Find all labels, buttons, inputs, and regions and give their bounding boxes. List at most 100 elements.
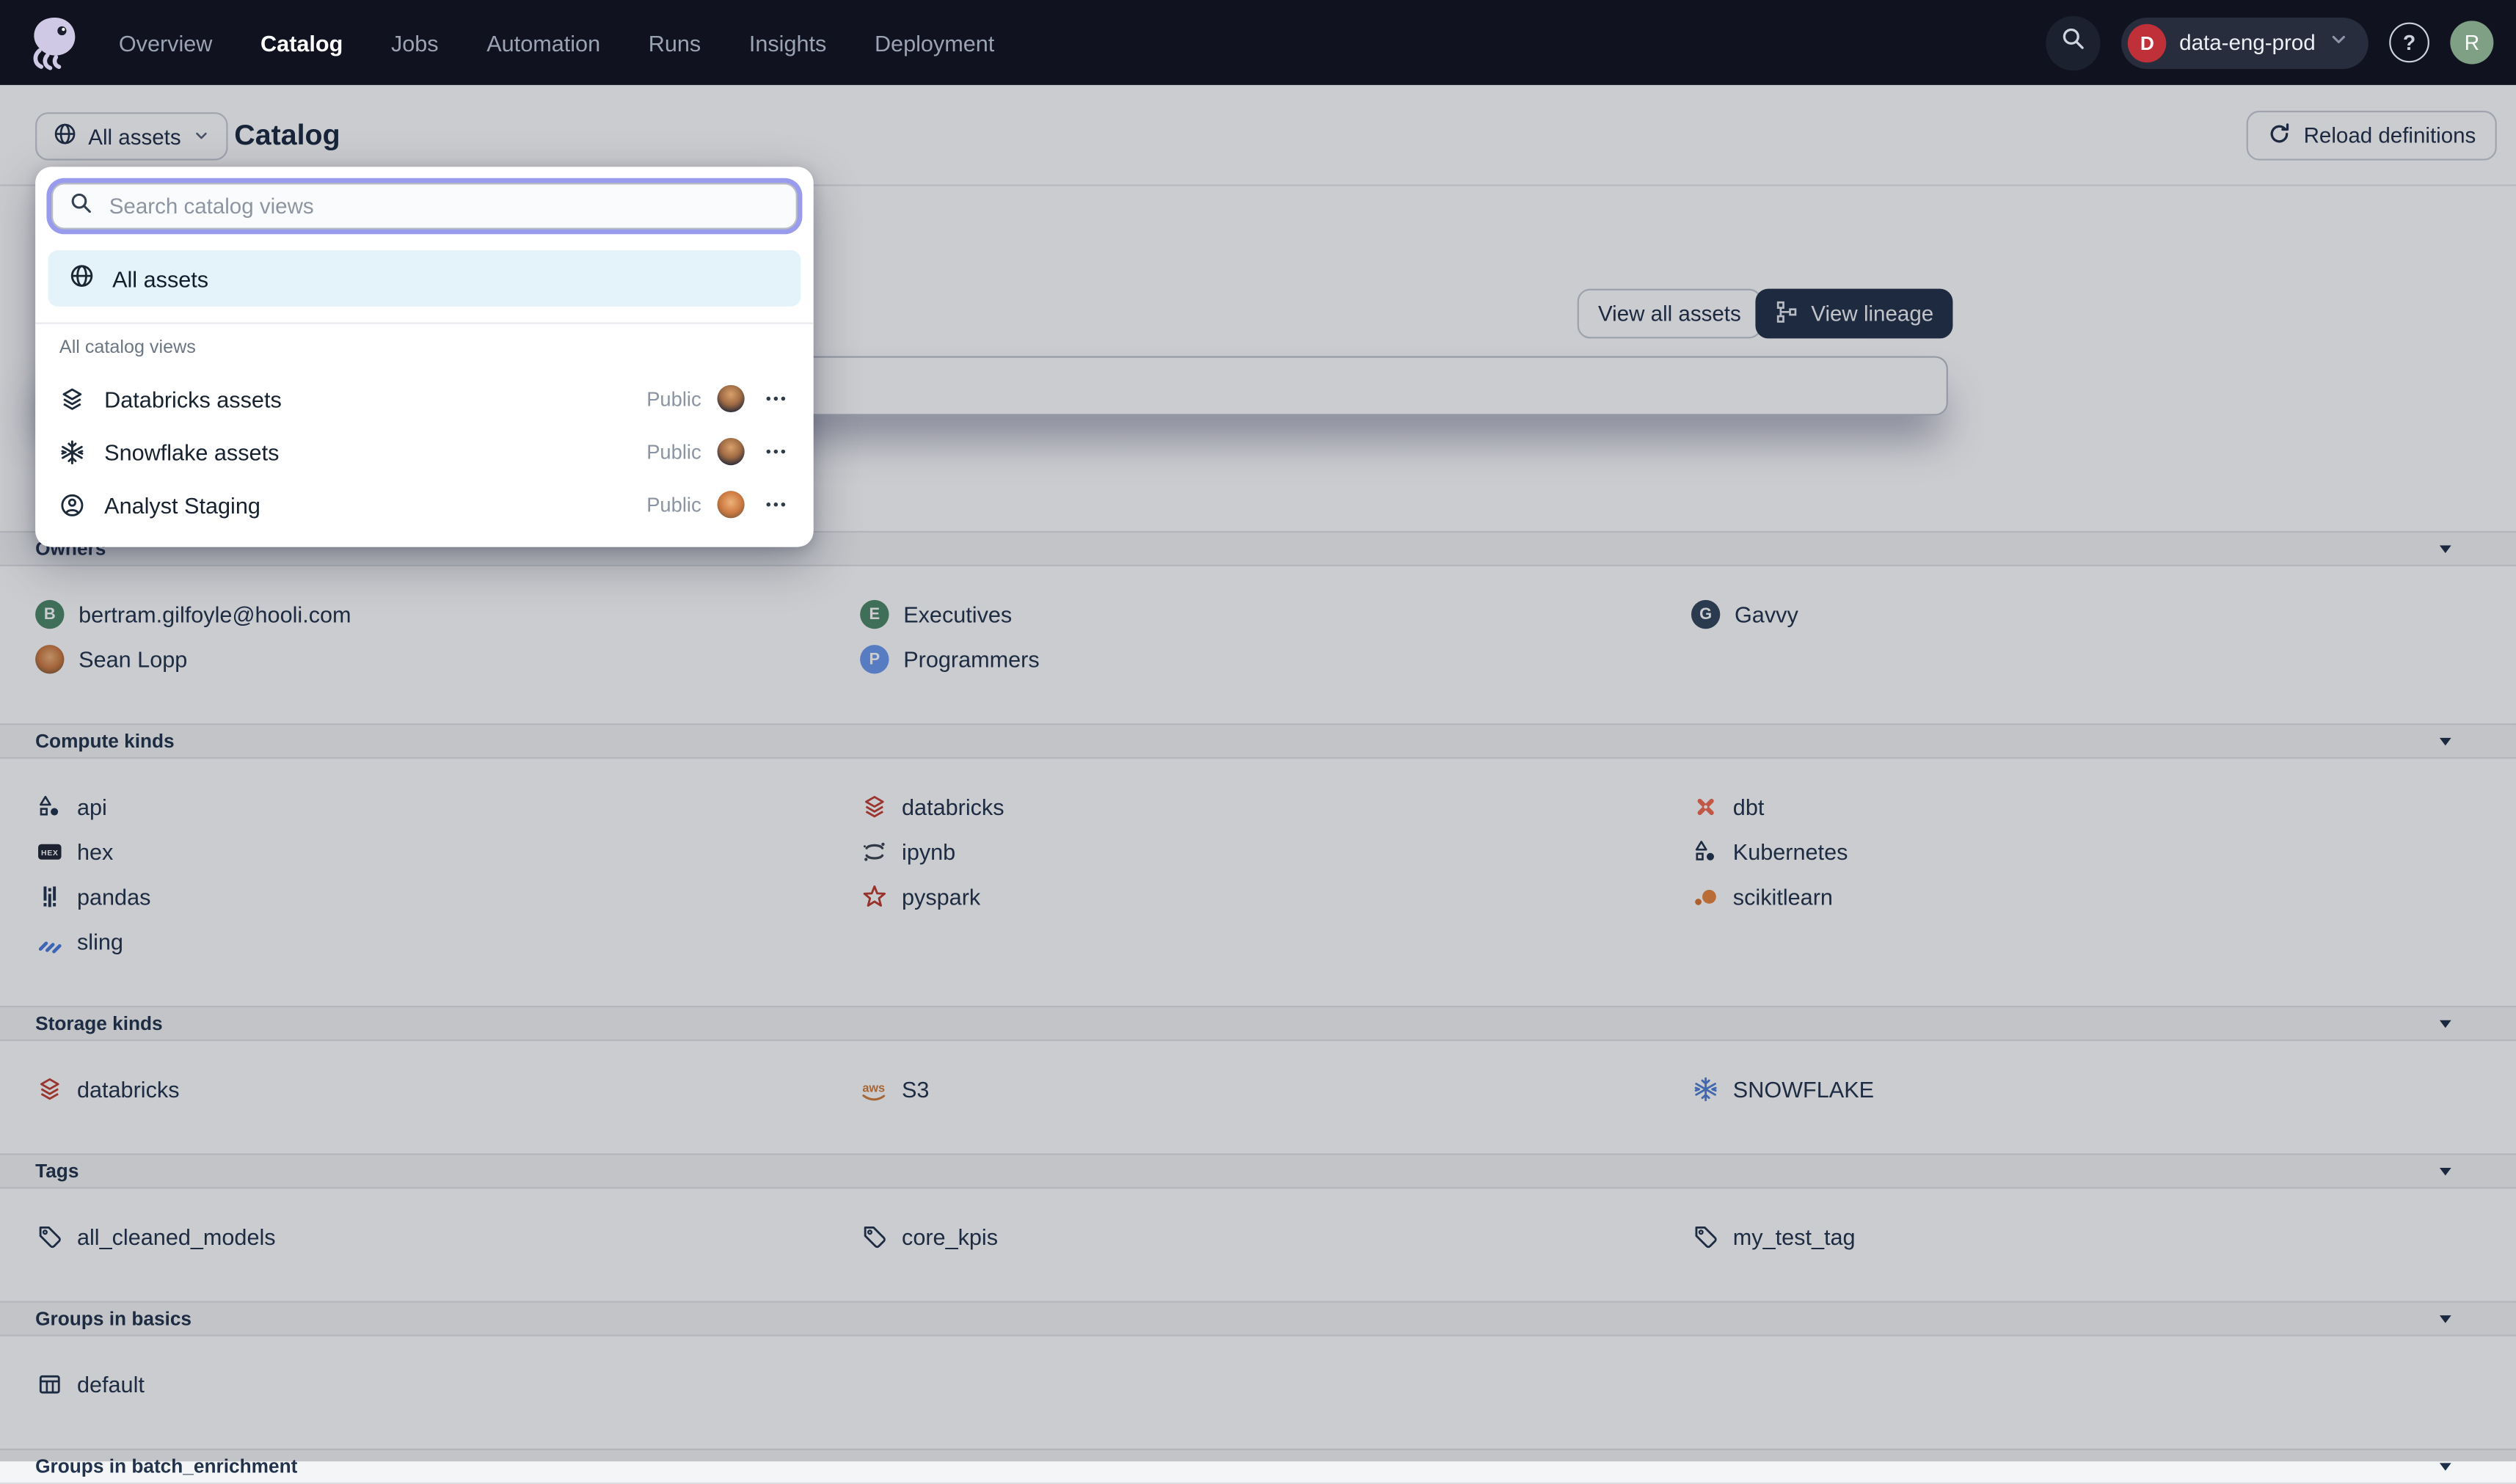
facet-item[interactable]: Kubernetes — [1691, 830, 2458, 874]
section-title: Tags — [35, 1160, 79, 1183]
facet-item-label: dbt — [1733, 794, 1765, 819]
facet-item[interactable]: Sean Lopp — [35, 637, 825, 681]
reload-definitions-button[interactable]: Reload definitions — [2246, 111, 2497, 161]
facet-item[interactable]: scikitlearn — [1691, 874, 2458, 919]
dropdown-item-analyst-staging[interactable]: Analyst Staging Public — [35, 478, 814, 531]
help-button[interactable]: ? — [2389, 23, 2429, 63]
facet-item-label: S3 — [902, 1076, 929, 1102]
pyspark-icon — [860, 884, 887, 910]
nav-item-catalog[interactable]: Catalog — [260, 29, 343, 55]
asset-scope-button[interactable]: All assets — [35, 112, 227, 161]
facet-item[interactable]: dbt — [1691, 784, 2458, 829]
catalog-views-search-input[interactable] — [106, 192, 779, 219]
facet-item-label: bertram.gilfoyle@hooli.com — [79, 602, 351, 627]
chevron-down-icon — [2328, 28, 2349, 56]
kind-icon — [35, 794, 62, 819]
dropdown-item-all-assets[interactable]: All assets — [48, 250, 801, 307]
facet-item-label: pandas — [77, 884, 150, 910]
view-all-assets-button[interactable]: View all assets — [1578, 289, 1762, 339]
dagster-logo-icon[interactable] — [26, 10, 84, 74]
section-header-groups-in-basics[interactable]: Groups in basics — [0, 1301, 2516, 1337]
nav-item-runs[interactable]: Runs — [649, 29, 701, 55]
dropdown-item-meta: Public — [646, 384, 791, 414]
search-icon — [2060, 26, 2086, 59]
workspace-switcher[interactable]: D data-eng-prod — [2121, 17, 2368, 68]
facet-item-label: default — [77, 1372, 145, 1397]
owner-avatar — [718, 491, 745, 518]
avatar — [35, 645, 64, 673]
facet-item[interactable]: HEXhex — [35, 830, 825, 874]
visibility-badge: Public — [646, 387, 701, 410]
dropdown-item-snowflake-assets[interactable]: Snowflake assets Public — [35, 425, 814, 478]
facet-item[interactable]: pyspark — [860, 874, 1656, 919]
facet-item[interactable]: core_kpis — [860, 1214, 1656, 1259]
facet-item[interactable]: PProgrammers — [860, 637, 1656, 681]
visibility-badge: Public — [646, 493, 701, 516]
section-header-compute-kinds[interactable]: Compute kinds — [0, 723, 2516, 759]
dropdown-item-meta: Public — [646, 436, 791, 467]
user-avatar[interactable]: R — [2450, 21, 2493, 64]
facet-item[interactable]: SNOWFLAKE — [1691, 1067, 2458, 1111]
dbt-icon — [1691, 794, 1718, 819]
catalog-views-search[interactable] — [51, 183, 798, 229]
section-title: Storage kinds — [35, 1012, 163, 1035]
facet-item-label: Kubernetes — [1733, 839, 1848, 865]
facet-item[interactable]: GGavvy — [1691, 592, 2458, 637]
facet-item[interactable]: sling — [35, 919, 825, 964]
section-column — [825, 1362, 1656, 1407]
facet-item[interactable]: default — [35, 1362, 825, 1407]
dagster-app: Overview Catalog Jobs Automation Runs Insight… — [0, 0, 2516, 1461]
aws-icon: aws — [860, 1075, 887, 1103]
section-column: default — [0, 1362, 825, 1407]
section-column — [1656, 1362, 2458, 1407]
facet-item[interactable]: all_cleaned_models — [35, 1214, 825, 1259]
facet-item[interactable]: databricks — [860, 784, 1656, 829]
facet-item[interactable]: ipynb — [860, 830, 1656, 874]
avatar: E — [860, 600, 889, 629]
caret-down-icon — [2436, 1309, 2455, 1328]
more-menu-button[interactable] — [761, 489, 792, 520]
globe-icon — [69, 263, 95, 294]
facet-item-label: Sean Lopp — [79, 646, 187, 672]
facet-item[interactable]: api — [35, 784, 825, 829]
view-lineage-button[interactable]: View lineage — [1755, 289, 1953, 339]
nav-items: Overview Catalog Jobs Automation Runs Insight… — [119, 29, 994, 55]
section-column: dbt Kubernetes scikitlearn — [1656, 784, 2458, 964]
facet-item[interactable]: pandas — [35, 874, 825, 919]
section-header-storage-kinds[interactable]: Storage kinds — [0, 1006, 2516, 1041]
avatar: B — [35, 600, 64, 629]
top-nav: Overview Catalog Jobs Automation Runs Insight… — [0, 0, 2516, 85]
global-search-button[interactable] — [2046, 15, 2101, 70]
hex-icon: HEX — [35, 839, 62, 865]
dropdown-item-databricks-assets[interactable]: Databricks assets Public — [35, 372, 814, 425]
section-column: my_test_tag — [1656, 1214, 2458, 1259]
section-body: apiHEXhex pandas sling databricksipynbpyspa… — [0, 759, 2516, 1006]
facet-item[interactable]: EExecutives — [860, 592, 1656, 637]
nav-item-overview[interactable]: Overview — [119, 29, 213, 55]
databricks-icon — [860, 794, 887, 819]
owner-avatar — [718, 385, 745, 412]
nav-item-automation[interactable]: Automation — [486, 29, 600, 55]
section-header-tags[interactable]: Tags — [0, 1153, 2516, 1188]
section-column: aws S3 — [825, 1067, 1656, 1111]
facet-item[interactable]: aws S3 — [860, 1067, 1656, 1111]
nav-item-jobs[interactable]: Jobs — [391, 29, 439, 55]
facet-item[interactable]: databricks — [35, 1067, 825, 1111]
more-menu-button[interactable] — [761, 436, 792, 467]
facet-item[interactable]: my_test_tag — [1691, 1214, 2458, 1259]
section-header-groups-in-batch-enrichment[interactable]: Groups in batch_enrichment — [0, 1449, 2516, 1484]
snowflake-icon — [58, 439, 87, 464]
more-menu-button[interactable] — [761, 384, 792, 414]
facet-item[interactable]: Bbertram.gilfoyle@hooli.com — [35, 592, 825, 637]
ipynb-icon — [860, 839, 887, 865]
nav-item-insights[interactable]: Insights — [749, 29, 827, 55]
nav-item-deployment[interactable]: Deployment — [875, 29, 994, 55]
dropdown-item-label: Analyst Staging — [104, 491, 260, 517]
facet-item-label: Programmers — [903, 646, 1039, 672]
dropdown-selected-label: All assets — [112, 266, 208, 291]
caret-down-icon — [2436, 1161, 2455, 1180]
section-body: Bbertram.gilfoyle@hooli.com Sean Lopp EExe… — [0, 566, 2516, 723]
section-column: EExecutivesPProgrammers — [825, 592, 1656, 681]
view-all-assets-label: View all assets — [1598, 301, 1741, 326]
facet-item-label: all_cleaned_models — [77, 1224, 276, 1250]
